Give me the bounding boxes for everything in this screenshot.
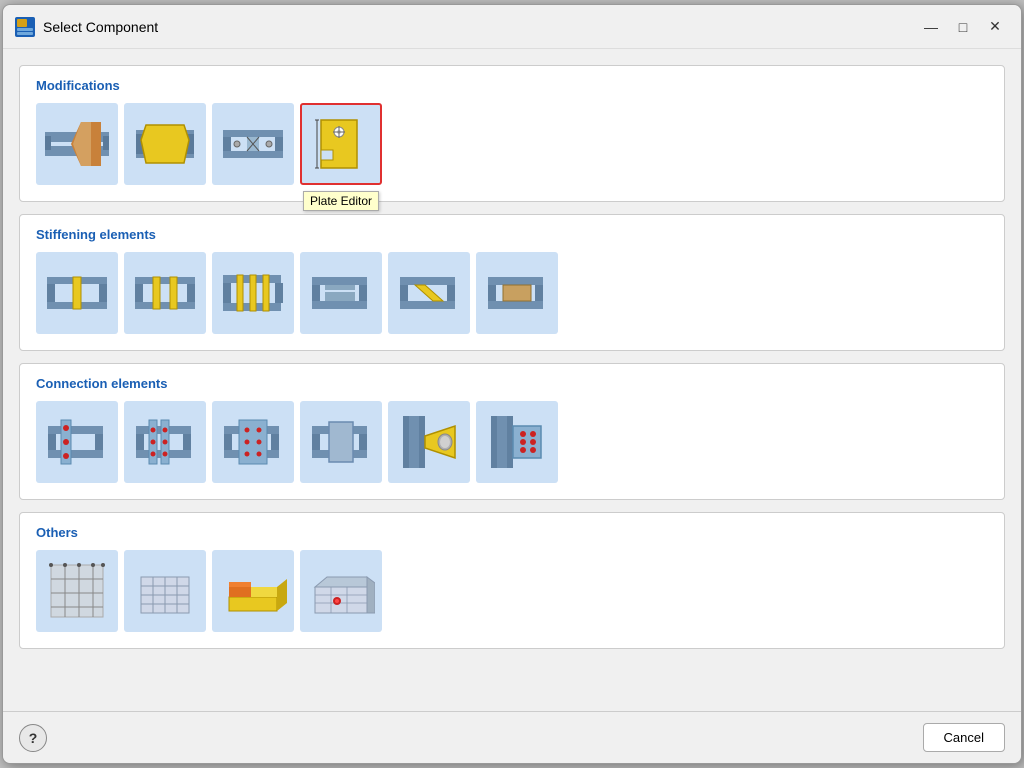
item-grid[interactable]	[36, 550, 118, 632]
stiffening-items	[36, 252, 988, 334]
shear-plate-icon	[483, 408, 551, 476]
floor-plan-icon	[307, 557, 375, 625]
item-stiffener-1[interactable]	[36, 252, 118, 334]
stiffener6-icon	[483, 259, 551, 327]
mesh-icon	[131, 557, 199, 625]
slab-icon	[219, 557, 287, 625]
item-welded-gusset[interactable]	[388, 401, 470, 483]
app-icon	[15, 17, 35, 37]
modifications-section: Modifications	[19, 65, 1005, 202]
minimize-button[interactable]: —	[917, 15, 945, 39]
help-button[interactable]: ?	[19, 724, 47, 752]
connection-section: Connection elements	[19, 363, 1005, 500]
footer: ? Cancel	[3, 711, 1021, 763]
modifications-items: Plate Editor	[36, 103, 988, 185]
item-connection-plate[interactable]	[300, 401, 382, 483]
item-plate-editor[interactable]: Plate Editor	[300, 103, 382, 185]
title-bar-buttons: — □ ✕	[917, 15, 1009, 39]
item-stiffener-3[interactable]	[212, 252, 294, 334]
stiffener2-icon	[131, 259, 199, 327]
close-button[interactable]: ✕	[981, 15, 1009, 39]
item-stiffener-2[interactable]	[124, 252, 206, 334]
modifications-title: Modifications	[36, 78, 988, 93]
connection-items	[36, 401, 988, 483]
contour-plate-icon	[131, 110, 199, 178]
welded-gusset-icon	[395, 408, 463, 476]
others-items	[36, 550, 988, 632]
content-area: Modifications	[3, 49, 1021, 711]
item-cope[interactable]	[212, 103, 294, 185]
bolted-plate3-icon	[219, 408, 287, 476]
item-bolted-plate-2[interactable]	[124, 401, 206, 483]
stiffener1-icon	[43, 259, 111, 327]
dialog-title: Select Component	[43, 19, 917, 35]
item-contour-plate[interactable]	[124, 103, 206, 185]
item-shear-plate[interactable]	[476, 401, 558, 483]
plate-editor-tooltip: Plate Editor	[303, 191, 379, 211]
stiffener5-icon	[395, 259, 463, 327]
item-slab[interactable]	[212, 550, 294, 632]
item-stiffener-4[interactable]	[300, 252, 382, 334]
stiffening-section: Stiffening elements	[19, 214, 1005, 351]
title-bar: Select Component — □ ✕	[3, 5, 1021, 49]
item-fitting[interactable]	[36, 103, 118, 185]
stiffener4-icon	[307, 259, 375, 327]
connection-plate-icon	[307, 408, 375, 476]
grid-icon	[43, 557, 111, 625]
item-stiffener-6[interactable]	[476, 252, 558, 334]
bolted-plate2-icon	[131, 408, 199, 476]
fitting-icon	[43, 110, 111, 178]
bolted-end-plate-icon	[43, 408, 111, 476]
item-floor-plan[interactable]	[300, 550, 382, 632]
item-stiffener-5[interactable]	[388, 252, 470, 334]
stiffener3-icon	[219, 259, 287, 327]
connection-title: Connection elements	[36, 376, 988, 391]
cancel-button[interactable]: Cancel	[923, 723, 1005, 752]
others-section: Others	[19, 512, 1005, 649]
stiffening-title: Stiffening elements	[36, 227, 988, 242]
plate-editor-icon	[307, 110, 375, 178]
item-bolted-end-plate[interactable]	[36, 401, 118, 483]
item-mesh[interactable]	[124, 550, 206, 632]
select-component-dialog: Select Component — □ ✕ Modifications	[2, 4, 1022, 764]
cope-icon	[219, 110, 287, 178]
item-bolted-plate-3[interactable]	[212, 401, 294, 483]
others-title: Others	[36, 525, 988, 540]
maximize-button[interactable]: □	[949, 15, 977, 39]
